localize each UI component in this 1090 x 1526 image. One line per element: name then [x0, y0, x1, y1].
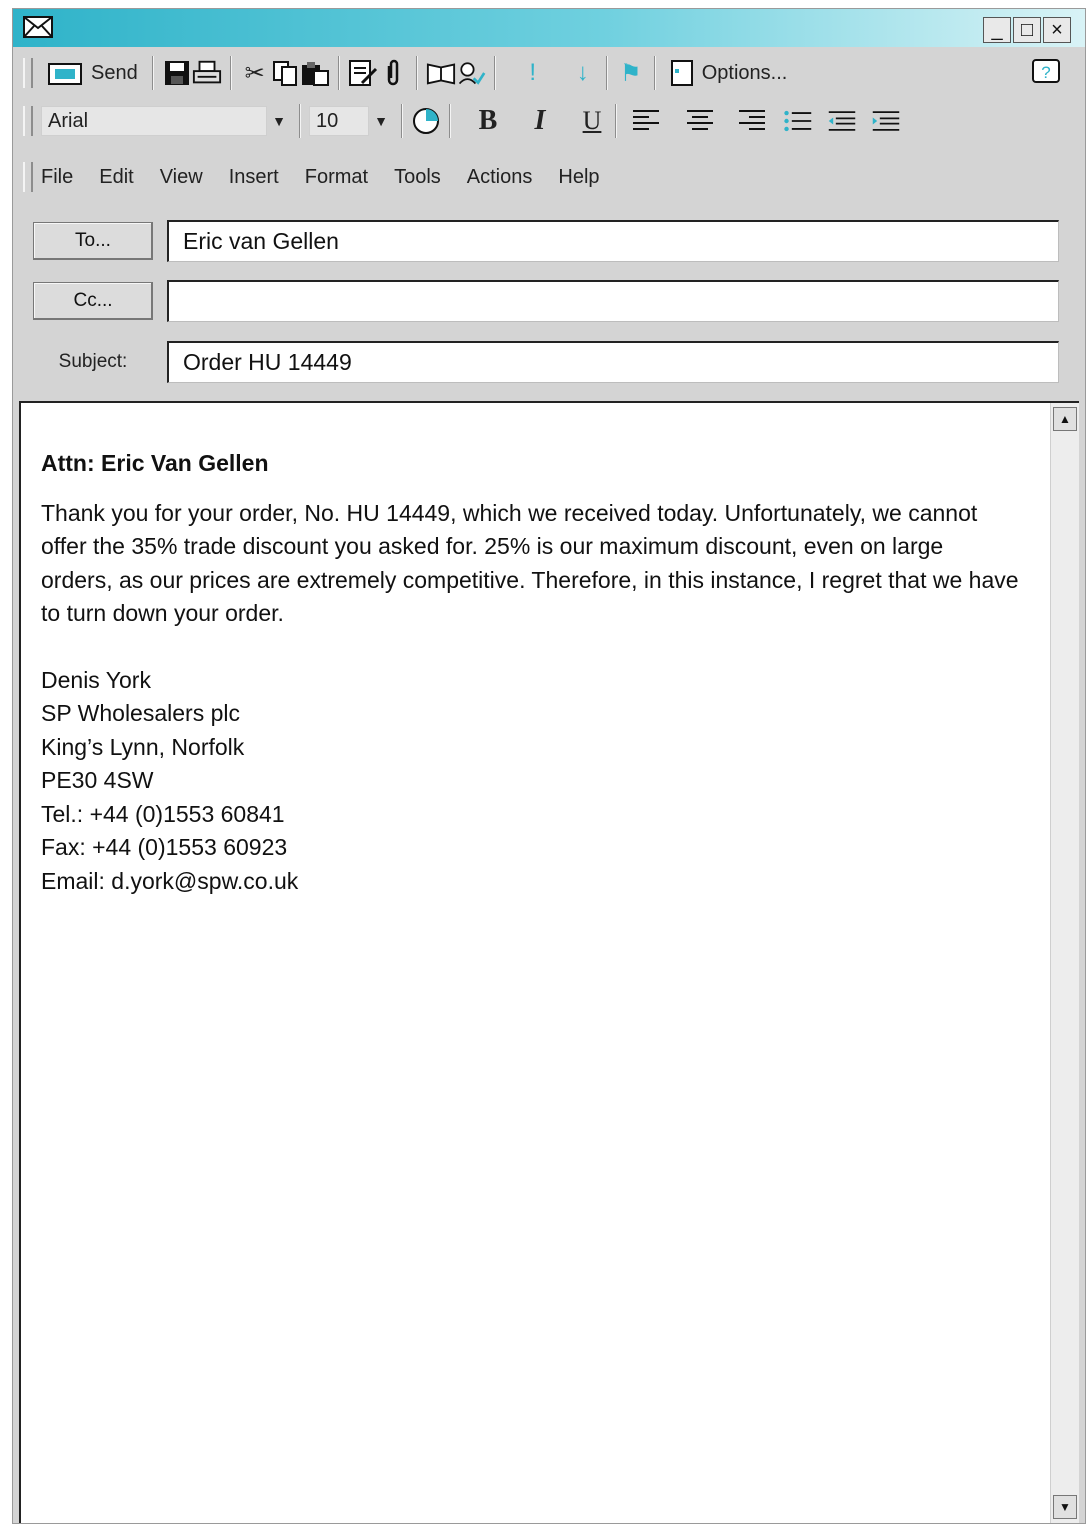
- signature-line: Email: d.york@spw.co.uk: [41, 867, 299, 894]
- menu-bar: File Edit View Insert Format Tools Actio…: [23, 155, 1075, 199]
- minimize-button[interactable]: _: [983, 17, 1011, 43]
- toolbar-separator: [151, 56, 154, 90]
- menu-format[interactable]: Format: [305, 166, 368, 189]
- increase-indent-icon[interactable]: [871, 106, 901, 136]
- signature-line: PE30 4SW: [41, 767, 154, 793]
- toolbar-separator: [229, 56, 232, 90]
- cc-row: Cc...: [33, 279, 1059, 323]
- attn-line: Attn: Eric Van Gellen: [41, 450, 269, 476]
- menu-edit[interactable]: Edit: [99, 166, 133, 189]
- cut-icon[interactable]: ✂: [240, 58, 270, 88]
- to-button[interactable]: To...: [33, 222, 153, 260]
- toolbar-separator: [299, 104, 301, 138]
- help-icon[interactable]: ?: [1031, 58, 1061, 88]
- envelope-icon: [23, 16, 53, 38]
- copy-icon[interactable]: [270, 58, 300, 88]
- attachment-icon[interactable]: [378, 58, 408, 88]
- align-center-icon[interactable]: [685, 106, 715, 136]
- subject-row: Subject: Order HU 14449: [33, 340, 1059, 384]
- message-content: Attn: Eric Van Gellen Thank you for your…: [41, 447, 1019, 898]
- address-book-icon[interactable]: [426, 58, 456, 88]
- chevron-down-icon[interactable]: ▼: [267, 106, 291, 136]
- toolbar-separator: [415, 56, 418, 90]
- toolbar-separator: [449, 104, 451, 138]
- align-right-icon[interactable]: [737, 106, 767, 136]
- align-left-icon[interactable]: [631, 106, 661, 136]
- paste-icon[interactable]: [300, 58, 330, 88]
- toolbar-separator: [653, 56, 656, 90]
- signature-line: SP Wholesalers plc: [41, 700, 240, 726]
- email-compose-window: _ □ × Send ✂ ! ↓ ⚑ Options... ? Arial ▼ …: [12, 8, 1086, 1524]
- bullets-icon[interactable]: [783, 106, 813, 136]
- toolbar-separator: [615, 104, 617, 138]
- menu-view[interactable]: View: [160, 166, 203, 189]
- subject-field[interactable]: Order HU 14449: [167, 341, 1059, 383]
- toolbar-separator: [605, 56, 608, 90]
- font-size-select[interactable]: 10: [309, 106, 369, 136]
- options-label: Options...: [701, 61, 788, 84]
- low-importance-icon[interactable]: ↓: [568, 58, 598, 88]
- underline-button[interactable]: U: [577, 106, 607, 136]
- toolbar-grip: [23, 162, 33, 192]
- signature-line: Tel.: +44 (0)1553 60841: [41, 800, 285, 827]
- bold-button[interactable]: B: [473, 105, 503, 136]
- standard-toolbar: Send ✂ ! ↓ ⚑ Options... ?: [23, 53, 1075, 93]
- font-color-icon[interactable]: [411, 106, 441, 136]
- signature-line: Fax: +44 (0)1553 60923: [41, 834, 288, 860]
- document-icon: [670, 60, 693, 86]
- send-label: Send: [91, 61, 138, 84]
- subject-label: Subject:: [58, 351, 128, 372]
- cc-field[interactable]: [167, 280, 1059, 322]
- to-row: To... Eric van Gellen: [33, 219, 1059, 263]
- toolbar-grip: [23, 106, 33, 136]
- menu-file[interactable]: File: [41, 166, 73, 189]
- menu-actions[interactable]: Actions: [467, 166, 533, 189]
- send-button[interactable]: Send: [41, 55, 144, 91]
- cc-button[interactable]: Cc...: [33, 282, 153, 320]
- signature-line: Denis York: [41, 666, 151, 693]
- decrease-indent-icon[interactable]: [827, 106, 857, 136]
- scroll-down-icon[interactable]: ▼: [1053, 1495, 1077, 1519]
- to-field[interactable]: Eric van Gellen: [167, 220, 1059, 262]
- send-icon: [48, 63, 82, 85]
- toolbar-grip: [23, 58, 33, 88]
- toolbar-separator: [401, 104, 403, 138]
- print-icon[interactable]: [192, 58, 222, 88]
- signature-icon[interactable]: [348, 58, 378, 88]
- menu-tools[interactable]: Tools: [394, 166, 441, 189]
- toolbar-separator: [493, 56, 496, 90]
- high-importance-icon[interactable]: !: [518, 58, 548, 88]
- italic-button[interactable]: I: [525, 105, 555, 136]
- close-button[interactable]: ×: [1043, 17, 1071, 43]
- vertical-scrollbar[interactable]: ▲ ▼: [1050, 403, 1079, 1523]
- formatting-toolbar: Arial ▼ 10 ▼ B I U: [23, 101, 1075, 141]
- signature-block: Denis York SP Wholesalers plc King’s Lyn…: [41, 664, 1019, 899]
- message-body[interactable]: Attn: Eric Van Gellen Thank you for your…: [19, 401, 1079, 1523]
- maximize-button[interactable]: □: [1013, 17, 1041, 43]
- check-names-icon[interactable]: [456, 58, 486, 88]
- signature-line: King’s Lynn, Norfolk: [41, 733, 245, 760]
- flag-icon[interactable]: ⚑: [616, 58, 646, 88]
- svg-text:?: ?: [1041, 63, 1050, 82]
- options-button[interactable]: Options...: [664, 55, 794, 91]
- menu-insert[interactable]: Insert: [229, 166, 279, 189]
- message-paragraph: Thank you for your order, No. HU 14449, …: [41, 499, 1019, 627]
- menu-help[interactable]: Help: [558, 166, 599, 189]
- save-icon[interactable]: [162, 58, 192, 88]
- title-bar[interactable]: _ □ ×: [13, 9, 1085, 47]
- chevron-down-icon[interactable]: ▼: [369, 106, 393, 136]
- font-name-select[interactable]: Arial: [41, 106, 267, 136]
- scroll-up-icon[interactable]: ▲: [1053, 407, 1077, 431]
- toolbar-separator: [337, 56, 340, 90]
